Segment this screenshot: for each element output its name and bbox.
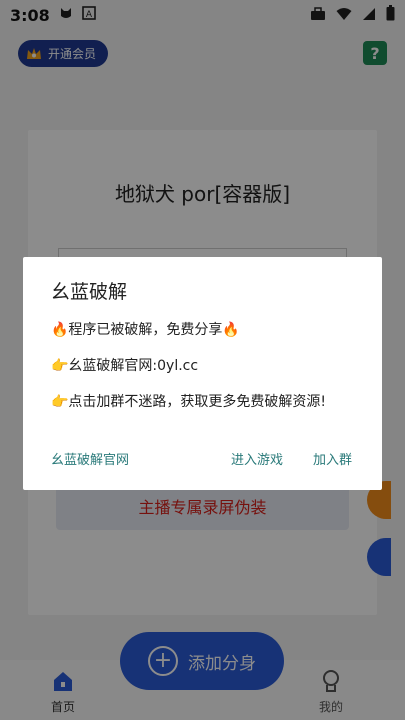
enter-game-button[interactable]: 进入游戏 (231, 449, 283, 468)
dialog-title: 幺蓝破解 (51, 281, 128, 303)
join-group-button[interactable]: 加入群 (313, 449, 352, 468)
dialog-line-2: 👉幺蓝破解官网:0yl.cc (51, 358, 199, 374)
crack-notice-dialog: 幺蓝破解 🔥程序已被破解，免费分享🔥 👉幺蓝破解官网:0yl.cc 👉点击加群不… (23, 257, 382, 490)
dialog-line-1: 🔥程序已被破解，免费分享🔥 (51, 322, 240, 338)
official-site-button[interactable]: 幺蓝破解官网 (51, 449, 231, 468)
dialog-actions: 幺蓝破解官网 进入游戏 加入群 (51, 449, 352, 468)
dialog-line-3: 👉点击加群不迷路，获取更多免费破解资源! (51, 394, 327, 410)
